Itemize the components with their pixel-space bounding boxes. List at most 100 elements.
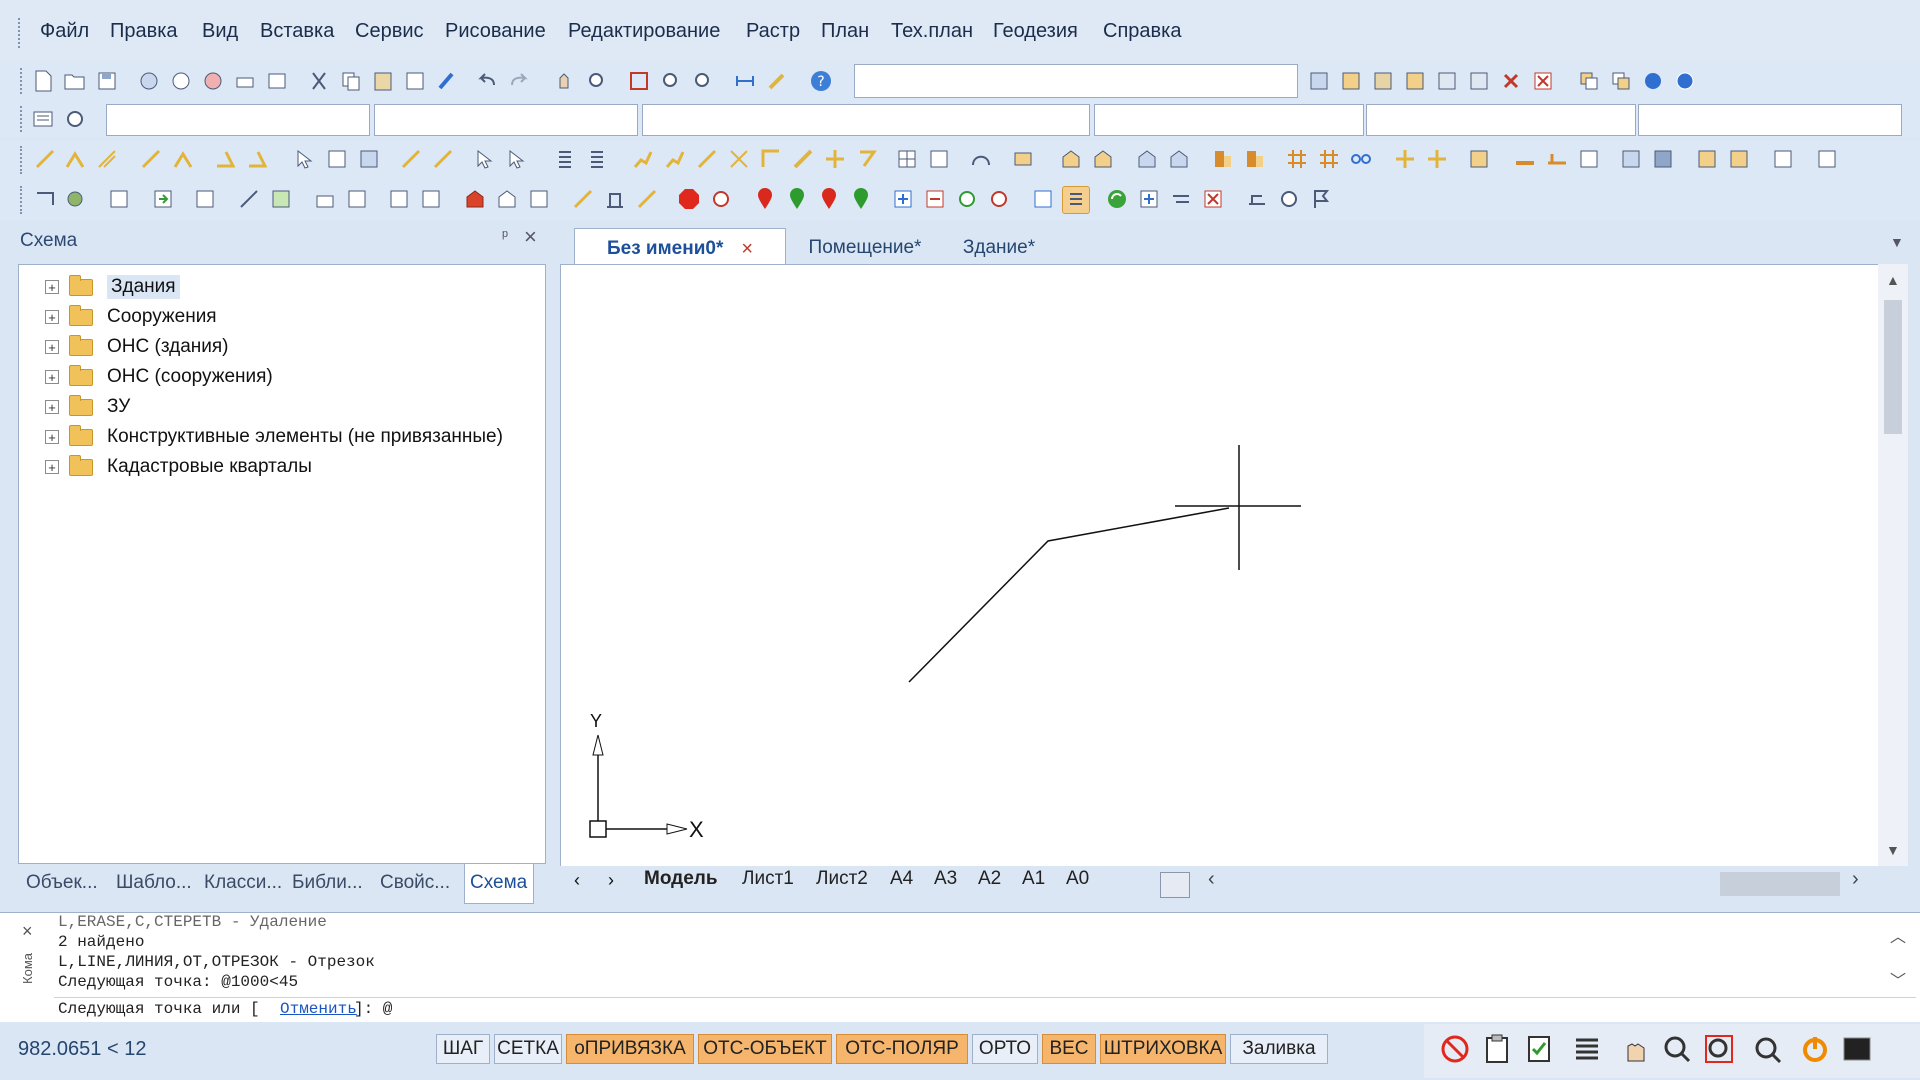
contour-tool-3-icon[interactable] xyxy=(312,186,338,212)
text-select-2-icon[interactable] xyxy=(504,146,530,172)
draw-order-3-icon[interactable] xyxy=(1640,68,1666,94)
open-folder-icon[interactable] xyxy=(62,68,88,94)
brush-icon[interactable] xyxy=(434,68,460,94)
contour-tool-6-icon[interactable] xyxy=(418,186,444,212)
toolbar-grip[interactable] xyxy=(20,106,26,132)
sheet-tab-model[interactable]: Модель xyxy=(644,868,718,890)
marker-multi-icon[interactable] xyxy=(816,186,842,212)
table-list-icon[interactable] xyxy=(1062,186,1090,214)
segment-tool-1-icon[interactable] xyxy=(570,186,596,212)
zoom-window-icon[interactable] xyxy=(626,68,652,94)
layer-tool-3-icon[interactable] xyxy=(1370,68,1396,94)
building-tool-4-icon[interactable] xyxy=(1166,146,1192,172)
polyline-tool-6-icon[interactable] xyxy=(790,146,816,172)
table-tool-6-icon[interactable] xyxy=(1814,146,1840,172)
scroll-down-icon[interactable]: ▼ xyxy=(1886,842,1900,858)
expand-icon[interactable]: + xyxy=(45,310,59,324)
zoom-window-status-icon[interactable] xyxy=(1702,1032,1736,1066)
floor-tool-2-icon[interactable] xyxy=(1242,146,1268,172)
select-tool-1-icon[interactable] xyxy=(292,146,318,172)
grid-button[interactable]: СЕТКА xyxy=(494,1034,562,1064)
polyline-tool-5-icon[interactable] xyxy=(758,146,784,172)
contour-tool-4-icon[interactable] xyxy=(344,186,370,212)
export-icon[interactable] xyxy=(192,186,218,212)
table-tool-4-icon[interactable] xyxy=(1726,146,1752,172)
line-tool-5-icon[interactable] xyxy=(170,146,196,172)
clipboard-icon[interactable] xyxy=(1480,1032,1514,1066)
report-tool-icon[interactable] xyxy=(1466,146,1492,172)
command-scroll-up-icon[interactable]: ︿ xyxy=(1890,923,1906,947)
polyline-tool-1-icon[interactable] xyxy=(630,146,656,172)
polyline-tool-7-icon[interactable] xyxy=(822,146,848,172)
stamp-tool-icon[interactable] xyxy=(1010,146,1036,172)
polyline-tool-3-icon[interactable] xyxy=(694,146,720,172)
command-input[interactable]: Следующая точка или [ Отменить ]: @ xyxy=(54,997,1916,1021)
marker-red-icon[interactable] xyxy=(752,186,778,212)
line-tool-2-icon[interactable] xyxy=(62,146,88,172)
zoom-realtime-icon[interactable] xyxy=(584,68,610,94)
list-tool-1-icon[interactable] xyxy=(552,146,578,172)
import-icon[interactable] xyxy=(150,186,176,212)
print-icon[interactable] xyxy=(232,68,258,94)
expand-icon[interactable]: + xyxy=(45,280,59,294)
menu-help[interactable]: Справка xyxy=(1103,20,1181,43)
close-icon[interactable]: × xyxy=(524,224,537,250)
menu-raster[interactable]: Растр xyxy=(746,20,800,43)
line-tool-4-icon[interactable] xyxy=(138,146,164,172)
stop-icon[interactable] xyxy=(676,186,702,212)
hscroll-left-icon[interactable]: ‹ xyxy=(1208,868,1215,891)
sheet-tab-a3[interactable]: А3 xyxy=(934,868,957,890)
tree-item-cadastral-quarters[interactable]: + Кадастровые кварталы xyxy=(45,453,312,481)
hatch-button[interactable]: ШТРИХОВКА xyxy=(1100,1034,1226,1064)
doc-tab-close-icon[interactable]: × xyxy=(741,238,753,261)
building-tool-2-icon[interactable] xyxy=(1090,146,1116,172)
polyline-tool-2-icon[interactable] xyxy=(662,146,688,172)
transparency-select[interactable] xyxy=(1638,104,1902,136)
menu-view[interactable]: Вид xyxy=(202,20,238,43)
tree-item-structural-elements[interactable]: + Конструктивные элементы (не привязанные… xyxy=(45,423,503,451)
layer-select[interactable] xyxy=(106,104,370,136)
layer-tool-1-icon[interactable] xyxy=(1306,68,1332,94)
help-icon[interactable]: ? xyxy=(808,68,834,94)
pencil-icon[interactable] xyxy=(764,68,790,94)
measure-tool-3-icon[interactable] xyxy=(1576,146,1602,172)
object-tool-2-icon[interactable] xyxy=(62,186,88,212)
hatch-tool-1-icon[interactable] xyxy=(894,146,920,172)
layer-tool-5-icon[interactable] xyxy=(1434,68,1460,94)
tab-scheme[interactable]: Схема xyxy=(470,872,527,894)
redo-icon[interactable] xyxy=(506,68,532,94)
checklist-icon[interactable] xyxy=(1522,1032,1556,1066)
list-tool-2-icon[interactable] xyxy=(584,146,610,172)
publish-icon[interactable] xyxy=(200,68,226,94)
zoom-extents-status-icon[interactable] xyxy=(1750,1032,1784,1066)
tree-item-structures[interactable]: + Сооружения xyxy=(45,303,217,331)
table-tool-3-icon[interactable] xyxy=(1694,146,1720,172)
hatch-tool-2-icon[interactable] xyxy=(926,146,952,172)
building-add-3-icon[interactable] xyxy=(526,186,552,212)
plotstyle-select[interactable] xyxy=(1366,104,1636,136)
layer-tool-2-icon[interactable] xyxy=(1338,68,1364,94)
layer-manager-icon[interactable] xyxy=(30,106,56,132)
drawing-canvas[interactable]: Y X xyxy=(560,264,1880,868)
link-tool-icon[interactable] xyxy=(1348,146,1374,172)
color-select[interactable] xyxy=(374,104,638,136)
tab-objects[interactable]: Объек... xyxy=(26,872,98,894)
object-tool-1-icon[interactable] xyxy=(32,186,58,212)
sheet-prev-icon[interactable]: ‹ xyxy=(574,870,580,891)
dimension-tool-icon[interactable] xyxy=(1244,186,1270,212)
menu-tools[interactable]: Сервис xyxy=(355,20,424,43)
new-file-icon[interactable] xyxy=(30,68,56,94)
doc-tab-room[interactable]: Помещение* xyxy=(790,228,940,268)
toolbar-grip[interactable] xyxy=(20,68,26,94)
tab-classifiers[interactable]: Класси... xyxy=(204,872,282,894)
distance-icon[interactable] xyxy=(732,68,758,94)
tab-templates[interactable]: Шабло... xyxy=(116,872,192,894)
otrack-button[interactable]: ОТС-ОБЪЕКТ xyxy=(698,1034,832,1064)
pin-icon[interactable]: ᵖ xyxy=(502,228,508,246)
menu-techplan[interactable]: Тех.план xyxy=(891,20,973,43)
command-close-icon[interactable]: × xyxy=(22,921,33,942)
table-tool-1-icon[interactable] xyxy=(1618,146,1644,172)
layout-switch-icon[interactable] xyxy=(1160,872,1190,898)
power-icon[interactable] xyxy=(1798,1032,1832,1066)
angle-tool-1-icon[interactable] xyxy=(212,146,238,172)
